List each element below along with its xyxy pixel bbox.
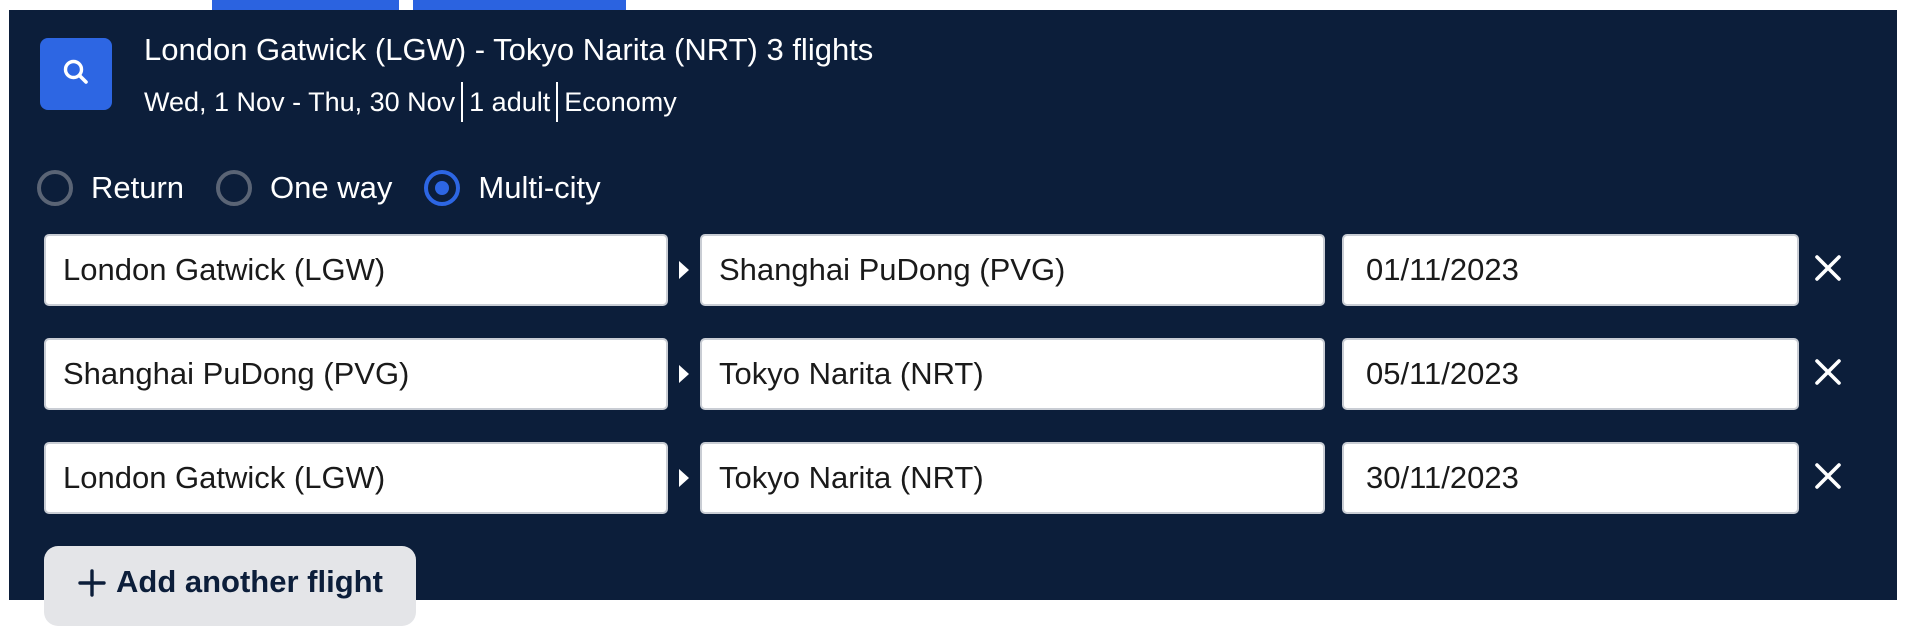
search-summary-title: London Gatwick (LGW) - Tokyo Narita (NRT… [144, 32, 874, 67]
origin-field[interactable] [44, 234, 668, 306]
one-way-radio[interactable] [216, 169, 253, 206]
close-icon [1815, 255, 1841, 281]
date-field[interactable] [1342, 442, 1799, 514]
multi-city-radio[interactable] [424, 169, 461, 206]
summary-cabin: Economy [564, 86, 677, 117]
destination-field[interactable] [700, 442, 1325, 514]
origin-field[interactable] [44, 338, 668, 410]
remove-flight-button[interactable] [1800, 346, 1856, 398]
arrow-right-icon [679, 469, 689, 487]
trip-type-group: Return One way Multi-city [37, 165, 633, 210]
date-field[interactable] [1342, 338, 1799, 410]
search-summary-details: Wed, 1 Nov - Thu, 30 Nov 1 adult Economy [144, 82, 677, 122]
trip-type-label: Return [91, 169, 185, 205]
date-field[interactable] [1342, 234, 1799, 306]
trip-type-multi-city[interactable]: Multi-city [424, 169, 601, 206]
destination-field[interactable] [700, 338, 1325, 410]
summary-passengers: 1 adult [469, 86, 551, 117]
flight-row [44, 234, 1864, 306]
trip-type-one-way[interactable]: One way [216, 169, 393, 206]
divider [461, 82, 464, 122]
search-icon [61, 57, 91, 92]
search-button[interactable] [40, 38, 112, 110]
divider [556, 82, 559, 122]
origin-field[interactable] [44, 442, 668, 514]
flight-row [44, 338, 1864, 410]
flight-row [44, 442, 1864, 514]
summary-dates: Wed, 1 Nov - Thu, 30 Nov [144, 86, 456, 117]
add-flight-button[interactable]: Add another flight [44, 546, 416, 626]
search-panel: London Gatwick (LGW) - Tokyo Narita (NRT… [9, 10, 1897, 626]
trip-type-label: Multi-city [478, 169, 601, 205]
remove-flight-button[interactable] [1800, 450, 1856, 502]
close-icon [1815, 463, 1841, 489]
trip-type-return[interactable]: Return [37, 169, 185, 206]
trip-type-label: One way [270, 169, 393, 205]
add-flight-label: Add another flight [116, 564, 383, 599]
close-icon [1815, 359, 1841, 385]
remove-flight-button[interactable] [1800, 242, 1856, 294]
plus-icon [78, 569, 106, 597]
return-radio[interactable] [37, 169, 73, 206]
destination-field[interactable] [700, 234, 1325, 306]
arrow-right-icon [679, 365, 689, 383]
arrow-right-icon [679, 261, 689, 279]
top-tab-2[interactable] [413, 0, 626, 10]
top-tab-1[interactable] [212, 0, 399, 10]
